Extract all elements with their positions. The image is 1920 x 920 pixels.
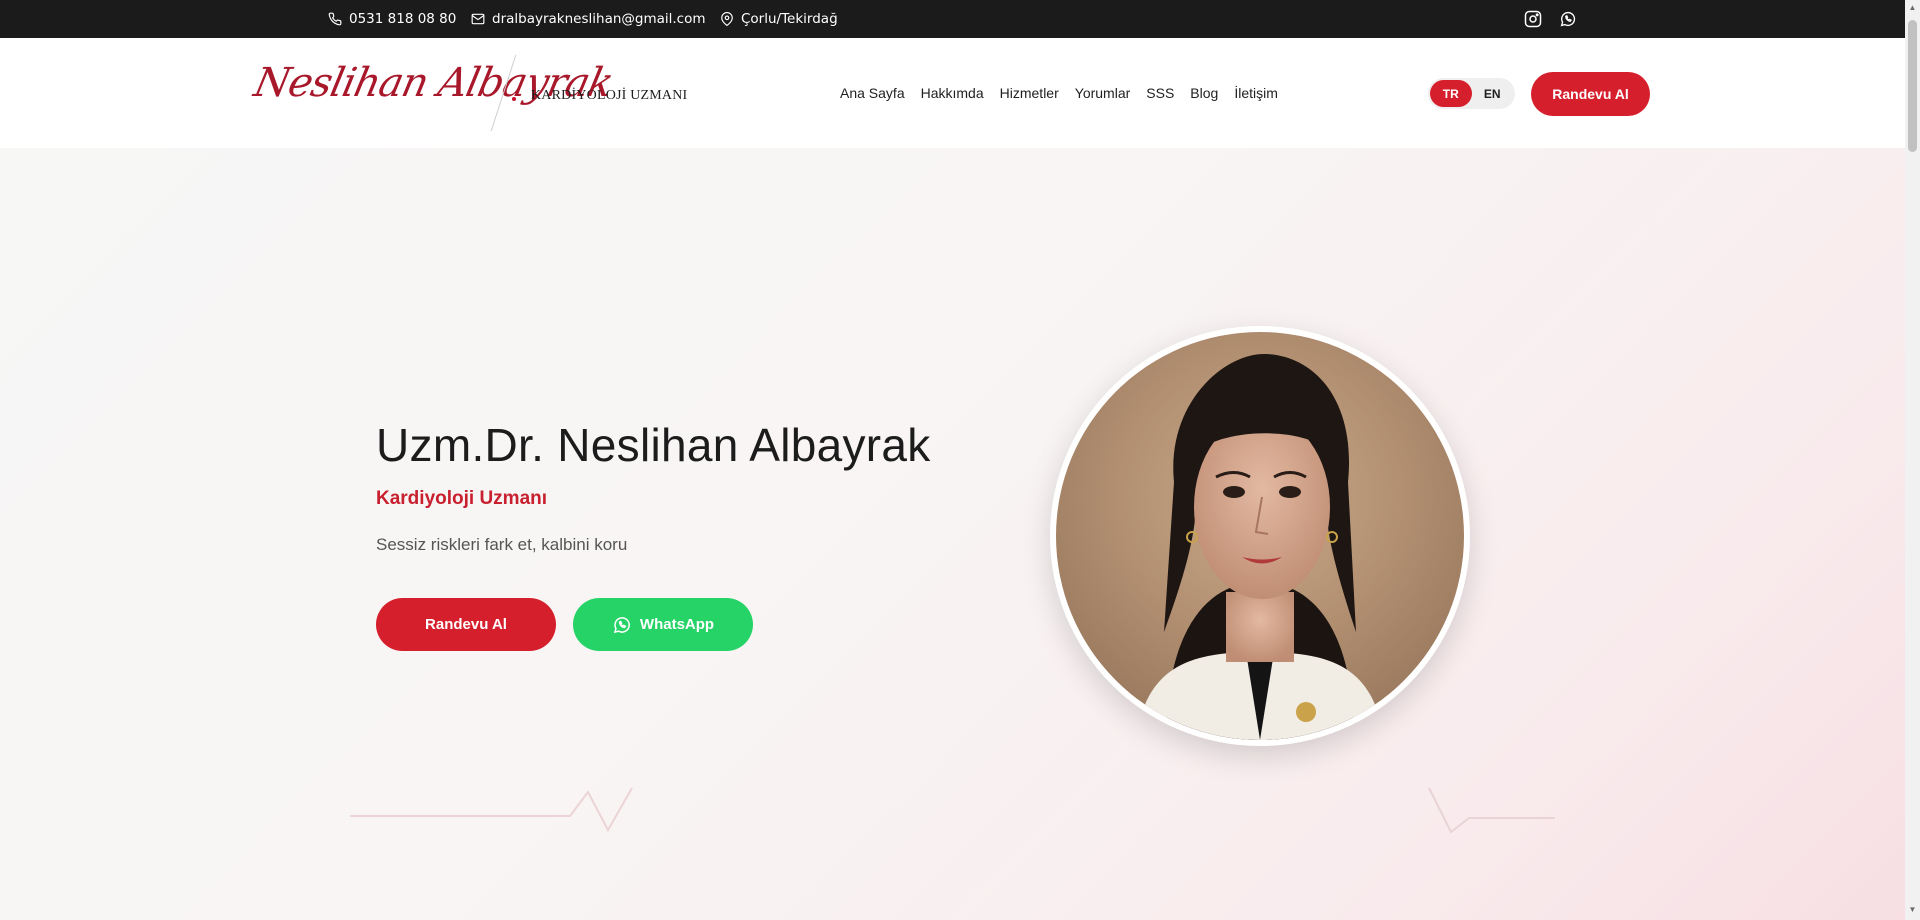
- hero-appointment-label: Randevu Al: [425, 616, 507, 633]
- nav-faq[interactable]: SSS: [1146, 85, 1174, 101]
- scroll-up-icon[interactable]: ▲: [1908, 3, 1917, 13]
- location-pin-icon: [721, 12, 733, 26]
- lang-tr[interactable]: TR: [1430, 80, 1472, 107]
- nav-home[interactable]: Ana Sayfa: [840, 85, 905, 101]
- phone-contact[interactable]: 0531 818 08 80: [328, 0, 456, 38]
- nav-about[interactable]: Hakkımda: [921, 85, 984, 101]
- page-scrollbar[interactable]: ▲ ▼: [1905, 0, 1920, 920]
- language-switcher: TR EN: [1428, 78, 1515, 109]
- phone-text: 0531 818 08 80: [349, 11, 457, 27]
- top-contact-bar: 0531 818 08 80 dralbayrakneslihan@gmail.…: [0, 0, 1905, 38]
- site-header: Neslihan Albayrak KARDİYOLOJİ UZMANI Ana…: [0, 38, 1905, 148]
- hero-title: Uzm.Dr. Neslihan Albayrak: [376, 419, 931, 471]
- email-contact[interactable]: dralbayrakneslihan@gmail.com: [471, 0, 706, 38]
- nav-blog[interactable]: Blog: [1190, 85, 1218, 101]
- site-logo[interactable]: Neslihan Albayrak KARDİYOLOJİ UZMANI: [250, 48, 687, 138]
- phone-icon: [328, 12, 342, 26]
- hero-whatsapp-button[interactable]: WhatsApp: [573, 598, 753, 651]
- portrait-illustration: [1136, 353, 1384, 740]
- header-appointment-button[interactable]: Randevu Al: [1531, 72, 1650, 116]
- scrollbar-thumb[interactable]: [1908, 20, 1917, 152]
- main-nav: Ana Sayfa Hakkımda Hizmetler Yorumlar SS…: [840, 38, 1278, 148]
- location-text: Çorlu/Tekirdağ: [741, 11, 838, 27]
- hero-tagline: Sessiz riskleri fark et, kalbini koru: [376, 535, 628, 554]
- heartbeat-line-left: [350, 787, 633, 833]
- instagram-link[interactable]: [1523, 9, 1543, 29]
- whatsapp-link[interactable]: [1558, 9, 1578, 29]
- location-contact[interactable]: Çorlu/Tekirdağ: [720, 0, 838, 38]
- email-text: dralbayrakneslihan@gmail.com: [492, 11, 706, 27]
- whatsapp-icon: [1560, 11, 1576, 27]
- doctor-portrait-frame: [1050, 326, 1470, 746]
- hero-appointment-button[interactable]: Randevu Al: [376, 598, 556, 651]
- scroll-down-icon[interactable]: ▼: [1908, 905, 1917, 915]
- whatsapp-icon: [613, 616, 630, 633]
- mail-icon: [471, 13, 485, 25]
- hero-subtitle: Kardiyoloji Uzmanı: [376, 488, 548, 509]
- logo-subtitle: KARDİYOLOJİ UZMANI: [531, 88, 688, 103]
- doctor-portrait: [1056, 332, 1464, 740]
- nav-reviews[interactable]: Yorumlar: [1075, 85, 1131, 101]
- logo-dot: [512, 97, 516, 101]
- heartbeat-line-right: [1428, 788, 1555, 834]
- instagram-icon: [1524, 10, 1542, 28]
- hero-section: Uzm.Dr. Neslihan Albayrak Kardiyoloji Uz…: [0, 148, 1905, 920]
- hero-whatsapp-label: WhatsApp: [639, 616, 715, 633]
- nav-services[interactable]: Hizmetler: [1000, 85, 1059, 101]
- nav-contact[interactable]: İletişim: [1234, 85, 1278, 101]
- lang-en[interactable]: EN: [1472, 80, 1514, 107]
